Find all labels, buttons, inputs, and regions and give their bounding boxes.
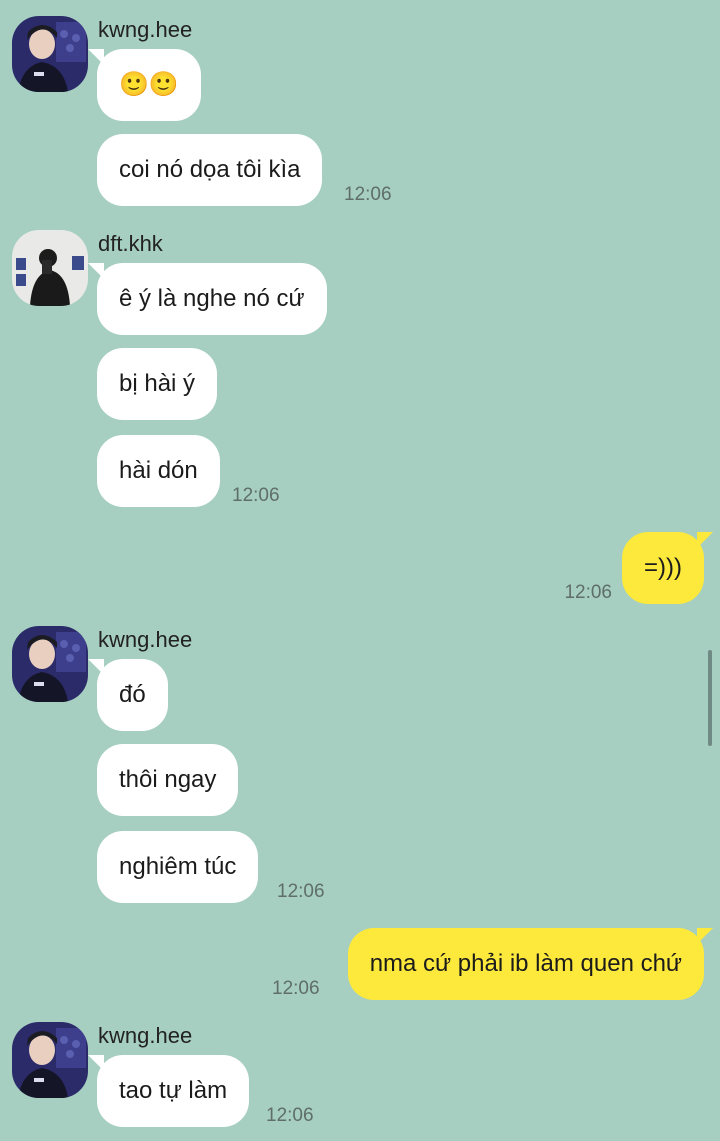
sender-name: kwng.hee xyxy=(98,627,193,652)
avatar-kwng-hee[interactable] xyxy=(12,1022,88,1098)
avatar-dft-khk[interactable] xyxy=(12,230,88,306)
sender-name: kwng.hee xyxy=(98,1023,193,1048)
message-bubble[interactable]: thôi ngay xyxy=(97,744,239,816)
scrollbar[interactable] xyxy=(708,650,712,746)
timestamp: 12:06 xyxy=(564,582,612,603)
timestamp: 12:06 xyxy=(272,978,320,999)
timestamp: 12:06 xyxy=(266,1105,314,1126)
message-bubble[interactable]: hài dón xyxy=(97,435,220,507)
message-bubble[interactable]: 🙂🙂 xyxy=(88,49,201,121)
timestamp: 12:06 xyxy=(344,184,392,205)
sender-name: dft.khk xyxy=(98,231,163,256)
message-bubble[interactable]: đó xyxy=(88,659,168,731)
message-bubble-mine[interactable]: nma cứ phải ib làm quen chứ xyxy=(347,928,713,1000)
message-bubble[interactable]: coi nó dọa tôi kìa xyxy=(97,134,323,206)
message-bubble[interactable]: nghiêm túc xyxy=(97,831,259,903)
message-bubble[interactable]: bị hài ý xyxy=(97,348,218,420)
message-bubble-mine[interactable]: =))) xyxy=(622,532,713,604)
message-bubble[interactable]: tao tự làm xyxy=(88,1055,250,1127)
avatar-kwng-hee[interactable] xyxy=(12,626,88,702)
sender-name: kwng.hee xyxy=(98,17,193,42)
timestamp: 12:06 xyxy=(277,881,325,902)
timestamp: 12:06 xyxy=(232,485,280,506)
avatar-kwng-hee[interactable] xyxy=(12,16,88,92)
message-bubble[interactable]: ê ý là nghe nó cứ xyxy=(88,263,327,335)
